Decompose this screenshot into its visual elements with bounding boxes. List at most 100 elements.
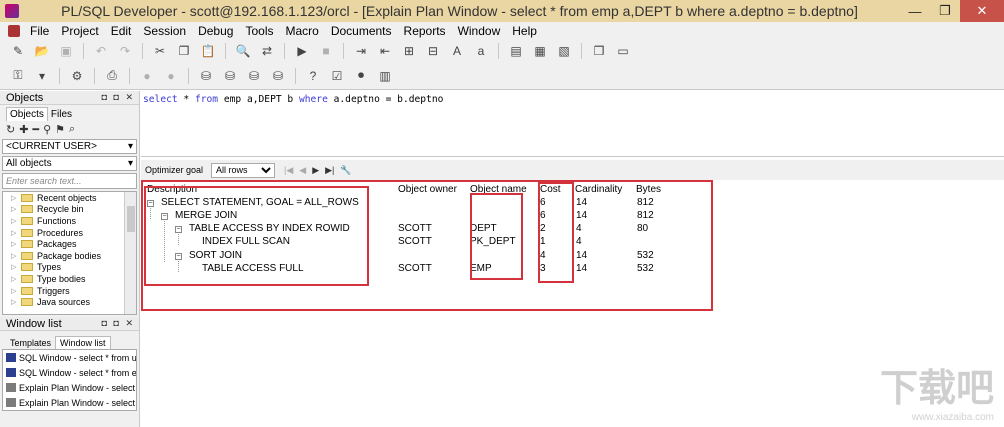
wrench-icon[interactable]: 🔧 (340, 165, 351, 176)
expand-icon[interactable]: ▷ (11, 217, 19, 225)
tree-item[interactable]: ▷ Packages (3, 238, 136, 250)
help-icon[interactable]: ? (304, 68, 322, 84)
expand-icon[interactable]: ▷ (11, 252, 19, 260)
scrollbar-thumb[interactable] (127, 206, 135, 232)
cut-icon[interactable]: ✂ (151, 43, 169, 59)
menu-edit[interactable]: Edit (105, 24, 138, 38)
tab-files[interactable]: Files (48, 108, 75, 121)
object-filter-combo[interactable]: All objects ▾ (2, 156, 137, 171)
menu-macro[interactable]: Macro (279, 24, 324, 38)
tab-objects[interactable]: Objects (6, 107, 48, 121)
refresh-icon[interactable]: ↻ (6, 123, 15, 136)
menu-window[interactable]: Window (452, 24, 507, 38)
window-list-item[interactable]: Explain Plan Window - select * fron (3, 380, 136, 395)
cascade-icon[interactable]: ▧ (555, 43, 573, 59)
rollback-icon[interactable]: ● (162, 68, 180, 84)
comment-icon[interactable]: ⊞ (400, 43, 418, 59)
tree-item[interactable]: ▷ Procedures (3, 227, 136, 239)
menu-project[interactable]: Project (55, 24, 104, 38)
minimize-button[interactable]: — (900, 0, 930, 22)
menu-session[interactable]: Session (137, 24, 192, 38)
window-list-icon[interactable]: ▤ (507, 43, 525, 59)
database-disconnect-icon[interactable]: ⛁ (245, 68, 263, 84)
search-input[interactable]: Enter search text... (2, 173, 137, 189)
indent-icon[interactable]: ⇥ (352, 43, 370, 59)
expand-icon[interactable]: ▷ (11, 240, 19, 248)
tree-item[interactable]: ▷ Functions (3, 215, 136, 227)
window-list-item[interactable]: SQL Window - select * from user_t (3, 350, 136, 365)
find-icon[interactable]: 🔍 (234, 43, 252, 59)
expand-icon[interactable]: ▷ (11, 263, 19, 271)
database-connect-icon[interactable]: ⛁ (221, 68, 239, 84)
record-icon[interactable]: ⏺ (352, 68, 370, 84)
previous-icon[interactable]: ◀ (299, 165, 306, 176)
next-icon[interactable]: ▶ (312, 165, 319, 176)
maximize-button[interactable]: ❐ (930, 0, 960, 22)
expand-icon[interactable]: ▷ (11, 298, 19, 306)
paste-icon[interactable]: 📋 (199, 43, 217, 59)
panel-controls[interactable]: ◘ ◘ ✕ (102, 318, 135, 329)
close-button[interactable]: ✕ (960, 0, 1004, 22)
dropdown-arrow-icon[interactable]: ▾ (33, 68, 51, 84)
tree-scrollbar[interactable] (124, 192, 136, 314)
tree-item[interactable]: ▷ Triggers (3, 285, 136, 297)
menu-debug[interactable]: Debug (192, 24, 239, 38)
gear-icon[interactable]: ⚙ (68, 68, 86, 84)
print-preview-icon[interactable]: ▭ (614, 43, 632, 59)
unindent-icon[interactable]: ⇤ (376, 43, 394, 59)
tree-item[interactable]: ▷ Package bodies (3, 250, 136, 262)
windows-icon[interactable]: ❒ (590, 43, 608, 59)
lowercase-icon[interactable]: a (472, 43, 490, 59)
tab-templates[interactable]: Templates (6, 337, 55, 349)
expand-icon[interactable]: ▷ (11, 205, 19, 213)
tree-item[interactable]: ▷ Recent objects (3, 192, 136, 204)
checklist-icon[interactable]: ☑ (328, 68, 346, 84)
menu-documents[interactable]: Documents (325, 24, 398, 38)
print-icon[interactable]: ⎙ (103, 68, 121, 84)
filter-icon[interactable]: ⚑ (55, 123, 65, 136)
uncomment-icon[interactable]: ⊟ (424, 43, 442, 59)
find-icon[interactable]: ⚲ (43, 123, 51, 136)
tab-window-list[interactable]: Window list (55, 336, 111, 349)
menu-help[interactable]: Help (506, 24, 543, 38)
key-icon[interactable]: ⚿ (9, 68, 27, 84)
tree-item[interactable]: ▷ Types (3, 262, 136, 274)
redo-icon[interactable]: ↷ (116, 43, 134, 59)
replace-icon[interactable]: ⇄ (258, 43, 276, 59)
search-icon[interactable]: ⌕ (69, 123, 75, 136)
sql-editor[interactable]: select * from emp a,DEPT b where a.deptn… (141, 91, 1004, 157)
panel-controls[interactable]: ◘ ◘ ✕ (102, 92, 135, 103)
window-list-item[interactable]: SQL Window - select * from emp; (3, 365, 136, 380)
tree-item[interactable]: ▷ Type bodies (3, 273, 136, 285)
database-icon[interactable]: ⛁ (197, 68, 215, 84)
commit-icon[interactable]: ● (138, 68, 156, 84)
expand-icon[interactable]: ▷ (11, 194, 19, 202)
new-icon[interactable]: ✎ (9, 43, 27, 59)
uppercase-icon[interactable]: A (448, 43, 466, 59)
add-icon[interactable]: ✚ (19, 123, 28, 136)
memory-icon[interactable]: ▥ (376, 68, 394, 84)
expand-icon[interactable]: ▷ (11, 287, 19, 295)
menu-tools[interactable]: Tools (239, 24, 279, 38)
tile-icon[interactable]: ▦ (531, 43, 549, 59)
copy-icon[interactable]: ❐ (175, 43, 193, 59)
first-icon[interactable]: |◀ (284, 165, 293, 176)
break-icon[interactable]: ■ (317, 43, 335, 59)
save-icon[interactable]: ▣ (57, 43, 75, 59)
user-combo[interactable]: <CURRENT USER> ▾ (2, 139, 137, 154)
execute-icon[interactable]: ▶ (293, 43, 311, 59)
window-list-item[interactable]: Explain Plan Window - select * fron (3, 395, 136, 410)
database-session-icon[interactable]: ⛁ (269, 68, 287, 84)
expand-icon[interactable]: ▷ (11, 275, 19, 283)
expand-icon[interactable]: ▷ (11, 229, 19, 237)
tree-item[interactable]: ▷ Java sources (3, 296, 136, 308)
mdi-icon[interactable] (8, 25, 20, 37)
remove-icon[interactable]: ━ (32, 123, 39, 136)
last-icon[interactable]: ▶| (325, 165, 334, 176)
open-folder-icon[interactable]: 📂 (33, 43, 51, 59)
undo-icon[interactable]: ↶ (92, 43, 110, 59)
tree-item[interactable]: ▷ Recycle bin (3, 204, 136, 216)
menu-reports[interactable]: Reports (398, 24, 452, 38)
optimizer-goal-select[interactable]: All rows (211, 162, 276, 178)
menu-file[interactable]: File (24, 24, 55, 38)
